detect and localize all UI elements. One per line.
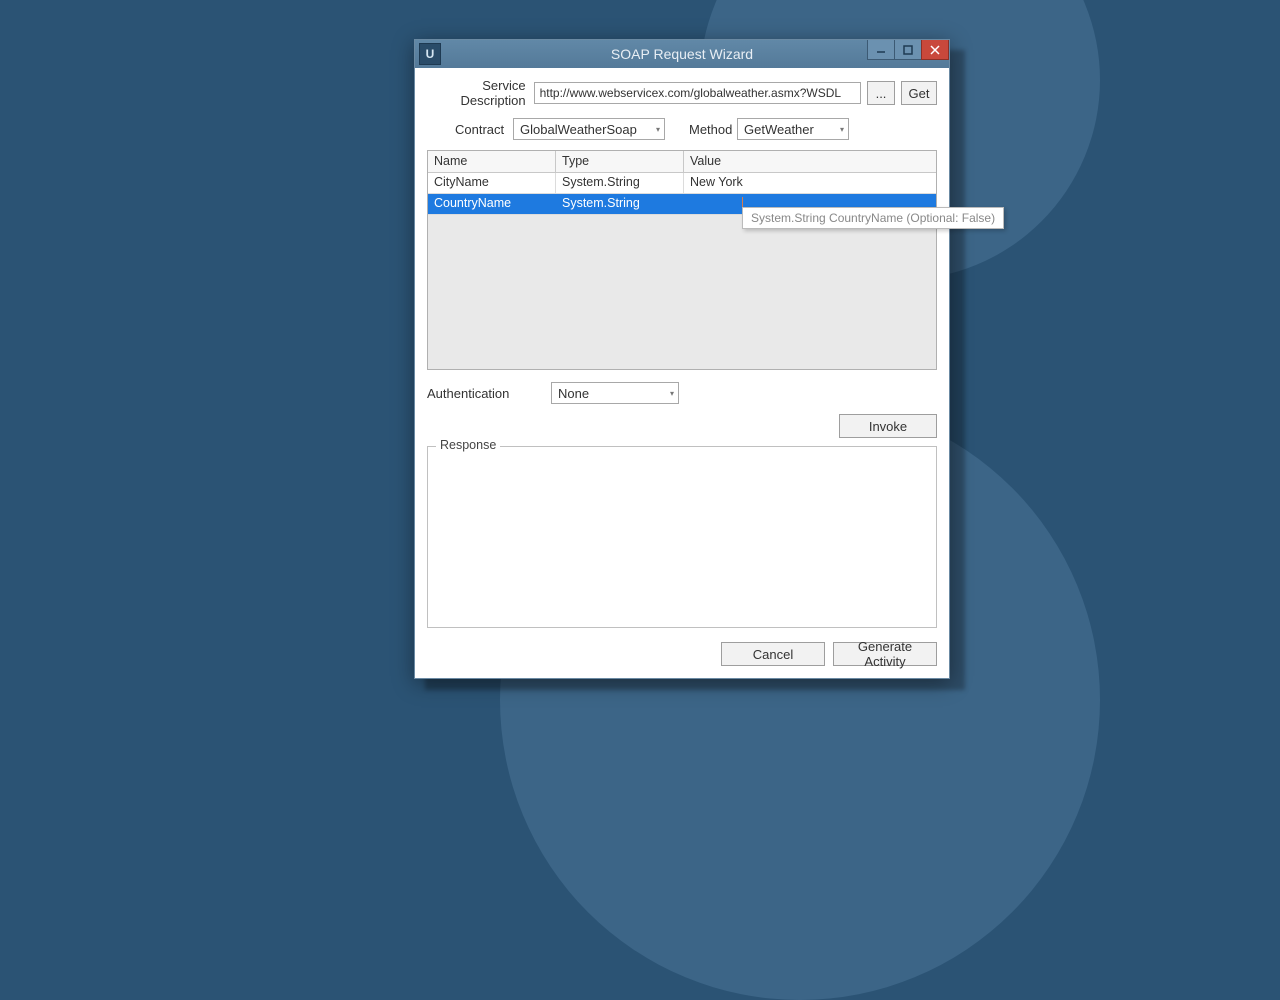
invoke-button[interactable]: Invoke [839,414,937,438]
authentication-row: Authentication None ▾ [427,382,937,404]
soap-wizard-window: U SOAP Request Wizard Service Descriptio… [414,39,950,679]
chevron-down-icon: ▾ [656,125,660,134]
cell-name: CityName [428,173,556,193]
window-buttons [868,40,949,60]
authentication-label: Authentication [427,386,551,401]
service-description-label: Service Description [427,78,534,108]
contract-method-row: Contract GlobalWeatherSoap ▾ Method GetW… [427,118,937,140]
grid-header-value[interactable]: Value [684,151,936,172]
contract-selected-value: GlobalWeatherSoap [520,122,637,137]
titlebar[interactable]: U SOAP Request Wizard [415,40,949,68]
cell-type: System.String [556,173,684,193]
contract-select[interactable]: GlobalWeatherSoap ▾ [513,118,665,140]
generate-activity-button[interactable]: Generate Activity [833,642,937,666]
method-label: Method [689,122,737,137]
service-description-input[interactable] [534,82,861,104]
parameter-tooltip: System.String CountryName (Optional: Fal… [742,207,1004,229]
grid-header-type[interactable]: Type [556,151,684,172]
chevron-down-icon: ▾ [840,125,844,134]
app-icon: U [419,43,441,65]
invoke-row: Invoke [427,414,937,438]
close-button[interactable] [921,40,949,60]
method-select[interactable]: GetWeather ▾ [737,118,849,140]
get-button[interactable]: Get [901,81,937,105]
footer-buttons: Cancel Generate Activity [427,642,937,666]
cancel-button[interactable]: Cancel [721,642,825,666]
response-label: Response [436,438,500,452]
minimize-button[interactable] [867,40,895,60]
grid-row[interactable]: CityName System.String New York [428,173,936,194]
grid-header-name[interactable]: Name [428,151,556,172]
parameters-grid[interactable]: Name Type Value CityName System.String N… [427,150,937,370]
cell-value[interactable]: New York [684,173,936,193]
grid-header: Name Type Value [428,151,936,173]
chevron-down-icon: ▾ [670,389,674,398]
cell-type: System.String [556,194,684,214]
authentication-selected-value: None [558,386,589,401]
method-selected-value: GetWeather [744,122,814,137]
service-description-row: Service Description ... Get [427,78,937,108]
authentication-select[interactable]: None ▾ [551,382,679,404]
browse-button[interactable]: ... [867,81,895,105]
contract-label: Contract [455,122,505,137]
window-content: Service Description ... Get Contract Glo… [415,68,949,678]
maximize-button[interactable] [894,40,922,60]
response-box[interactable]: Response [427,446,937,628]
cell-name: CountryName [428,194,556,214]
